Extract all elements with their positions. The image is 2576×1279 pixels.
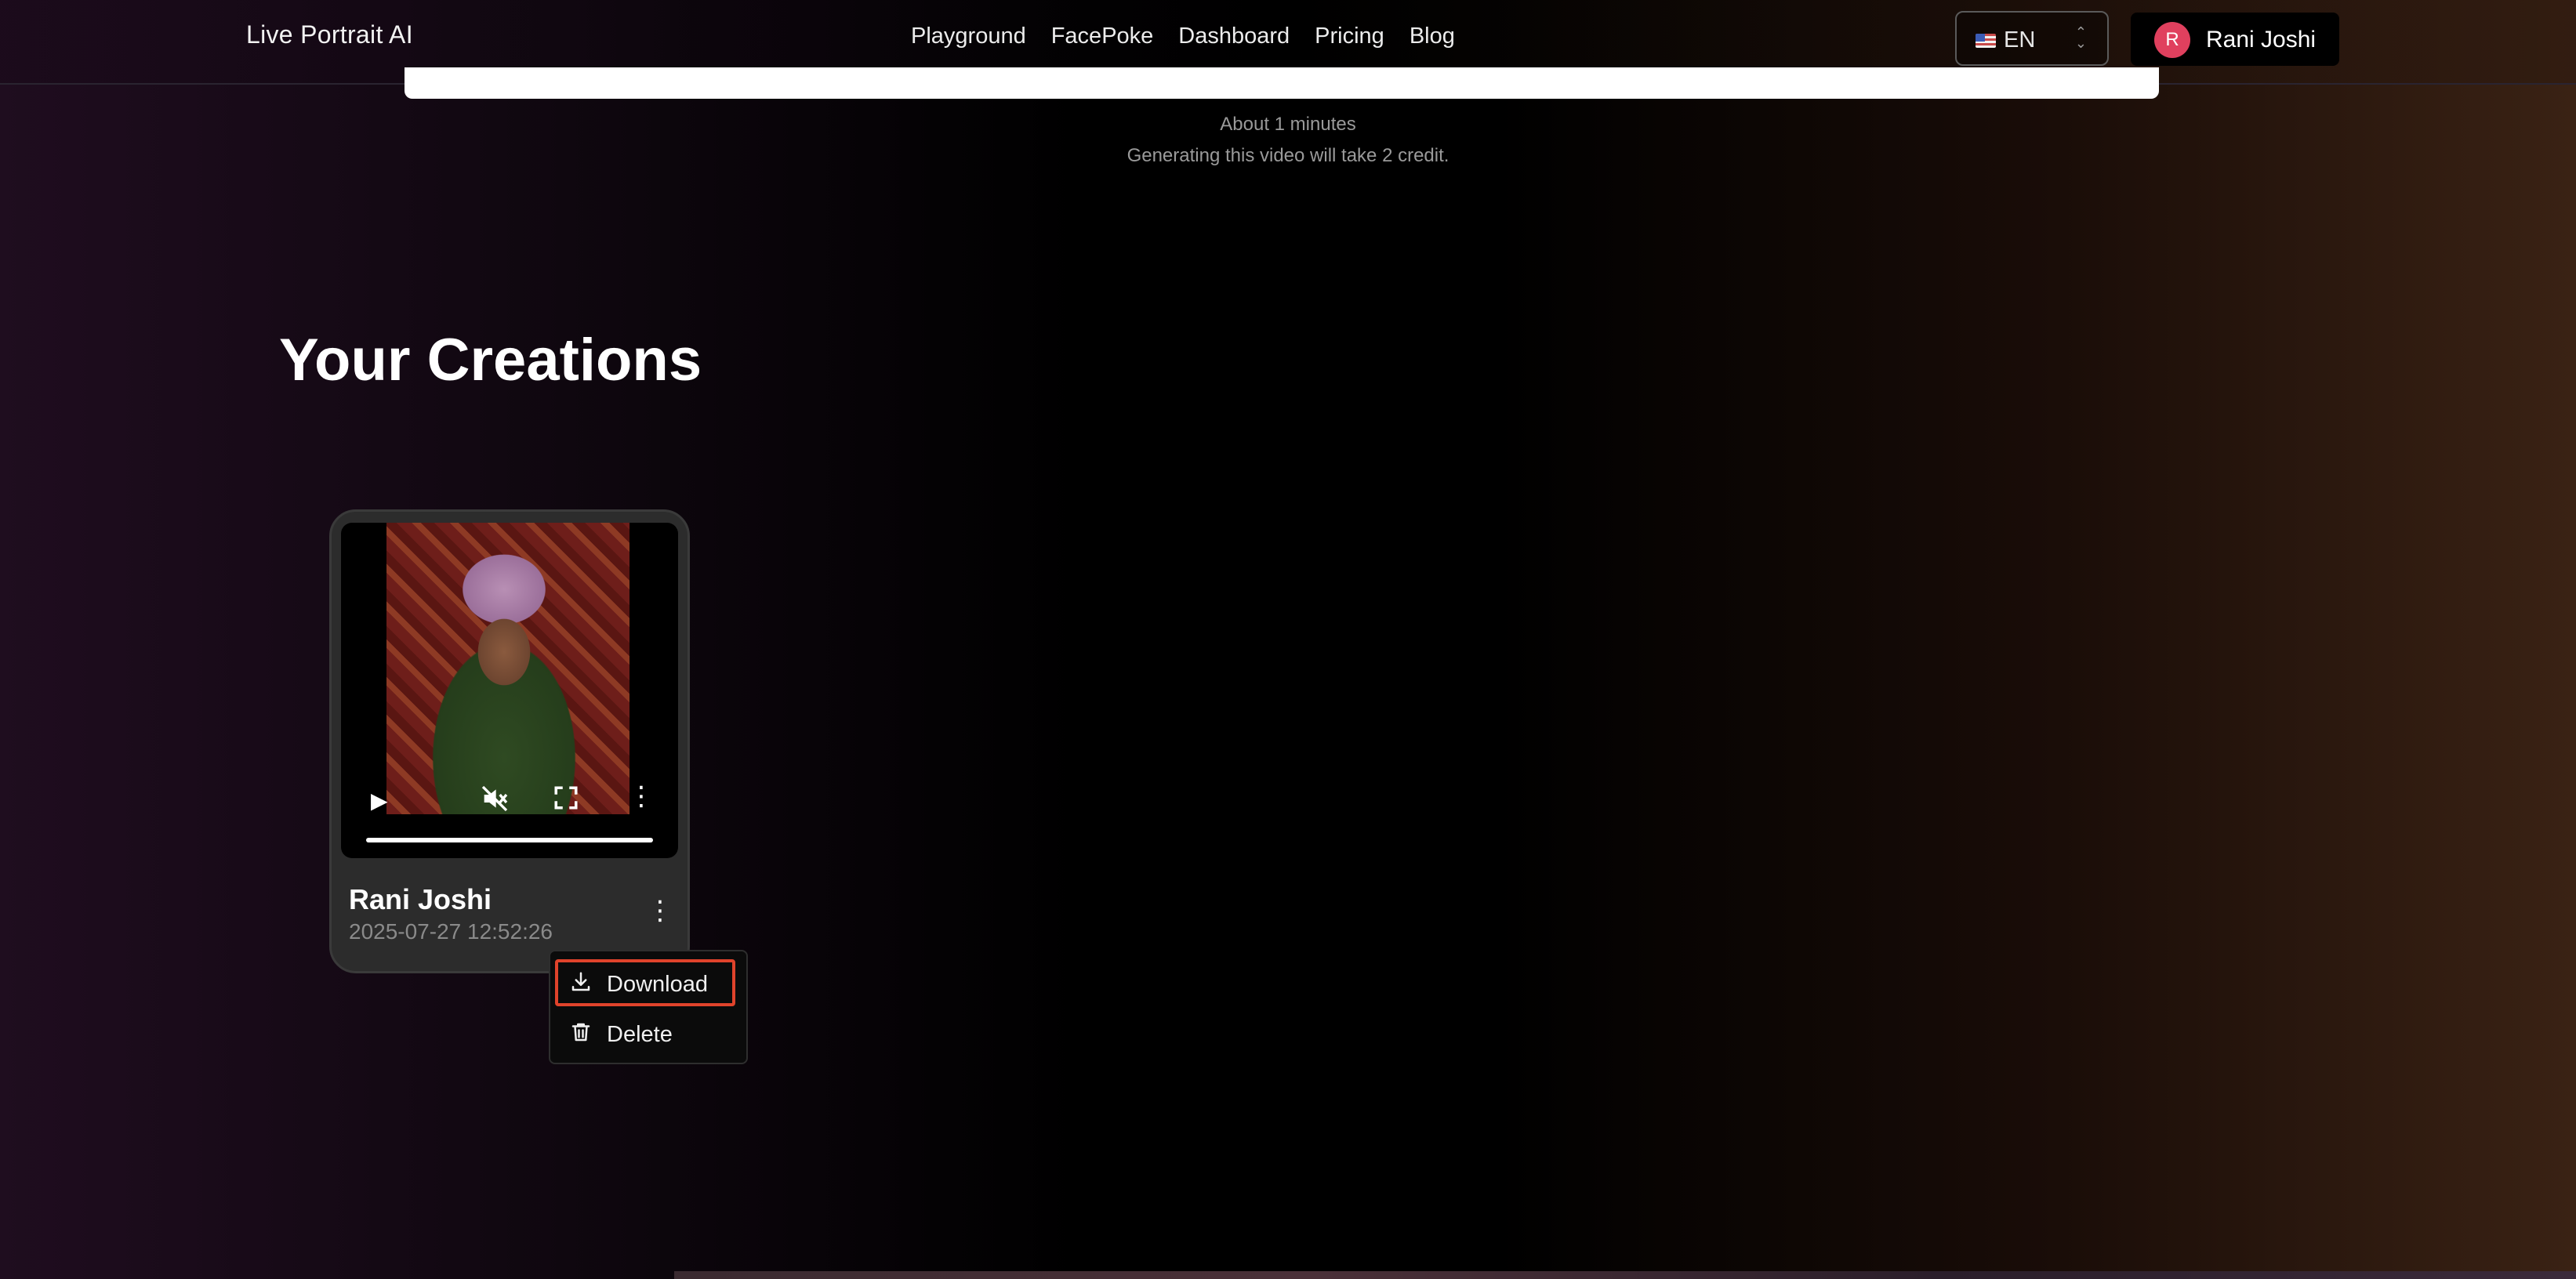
video-thumbnail: [386, 523, 629, 814]
nav-link-dashboard[interactable]: Dashboard: [1178, 24, 1290, 49]
generation-time-estimate: About 1 minutes: [1220, 114, 1356, 135]
fullscreen-icon[interactable]: [553, 784, 579, 811]
download-icon: [569, 970, 593, 994]
download-menu-item[interactable]: Download: [555, 959, 735, 1006]
delete-menu-item[interactable]: Delete: [555, 1009, 735, 1056]
creation-date: 2025-07-27 12:52:26: [349, 919, 553, 944]
user-menu-button[interactable]: R Rani Joshi: [2131, 13, 2339, 66]
video-controls: ▶ ⋮: [341, 772, 678, 858]
trash-icon: [569, 1020, 593, 1044]
bottom-edge-strip: [674, 1271, 2576, 1279]
nav-links: Playground FacePoke Dashboard Pricing Bl…: [911, 24, 1455, 49]
avatar: R: [2154, 22, 2190, 58]
user-name: Rani Joshi: [2206, 27, 2317, 53]
delete-label: Delete: [607, 1022, 673, 1047]
download-label: Download: [607, 972, 708, 997]
nav-link-blog[interactable]: Blog: [1410, 24, 1455, 49]
generation-progress-bar: [405, 67, 2159, 99]
play-icon[interactable]: ▶: [371, 788, 388, 813]
nav-link-facepoke[interactable]: FacePoke: [1051, 24, 1154, 49]
generation-credit-note: Generating this video will take 2 credit…: [1127, 145, 1449, 166]
nav-link-pricing[interactable]: Pricing: [1315, 24, 1384, 49]
section-title-creations: Your Creations: [279, 327, 702, 393]
language-label: EN: [2004, 27, 2036, 53]
creation-title: Rani Joshi: [349, 883, 492, 915]
video-more-options-icon[interactable]: ⋮: [628, 783, 655, 810]
nav-link-playground[interactable]: Playground: [911, 24, 1026, 49]
brand-logo-text[interactable]: Live Portrait AI: [246, 20, 413, 49]
creation-card: ▶ ⋮ Rani Joshi 2025-07-27 12:52:26 ⋮: [329, 509, 690, 973]
video-player[interactable]: ▶ ⋮: [341, 523, 678, 858]
language-select[interactable]: EN ⌃ ⌄: [1955, 11, 2109, 66]
us-flag-icon: [1976, 34, 1996, 48]
video-seek-bar[interactable]: [366, 838, 653, 842]
card-more-options-icon[interactable]: ⋮: [647, 897, 673, 924]
chevron-updown-icon: ⌃ ⌄: [2074, 24, 2087, 51]
creation-context-menu: Download Delete: [549, 950, 748, 1064]
mute-icon[interactable]: [479, 783, 510, 814]
